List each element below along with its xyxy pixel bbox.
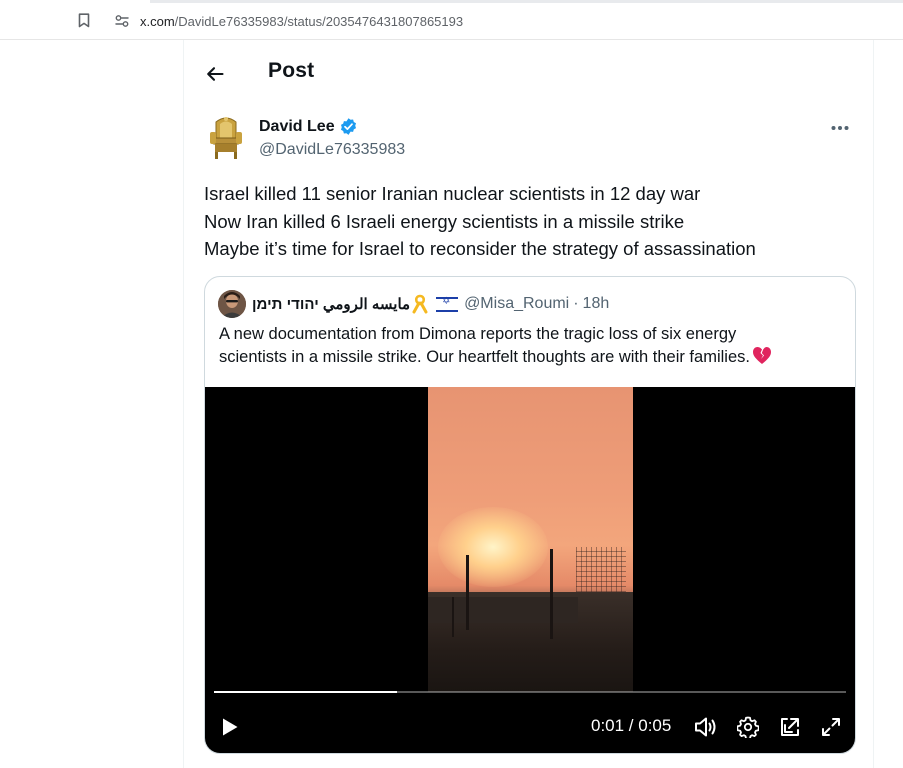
post-column: Post David Lee @DavidLe76335983 Israel k… <box>183 40 874 768</box>
video-player[interactable]: 0:01 / 0:05 <box>205 387 855 753</box>
quote-header: مايسه الرومي יהודי תימן @Misa_Roumi · 18… <box>218 290 610 318</box>
quote-avatar[interactable] <box>218 290 246 318</box>
author-name[interactable]: David Lee <box>259 117 358 136</box>
tab-strip-edge <box>150 0 903 3</box>
more-icon <box>831 126 849 130</box>
play-icon <box>223 718 238 736</box>
url-host: x.com <box>140 13 175 29</box>
more-button[interactable] <box>825 116 855 140</box>
picture-in-picture-icon <box>781 718 799 736</box>
quote-text-line-content: scientists in a missile strike. Our hear… <box>219 348 750 366</box>
volume-icon <box>695 717 716 737</box>
post-text: Israel killed 11 senior Iranian nuclear … <box>204 180 854 263</box>
back-arrow-icon <box>207 67 224 81</box>
author-handle[interactable]: @DavidLe76335983 <box>259 141 405 159</box>
site-info-icon[interactable] <box>113 12 131 30</box>
browser-toolbar: x.com/DavidLe76335983/status/20354764318… <box>0 0 903 40</box>
volume-button[interactable] <box>693 715 719 739</box>
post-header: Post <box>184 40 873 104</box>
url-path: /DavidLe76335983/status/2035476431807865… <box>174 13 464 29</box>
israel-flag-icon <box>436 296 459 312</box>
broken-heart-icon <box>752 347 771 364</box>
author-name-text: David Lee <box>259 117 335 135</box>
fullscreen-icon <box>822 718 840 736</box>
post-text-line: Now Iran killed 6 Israeli energy scienti… <box>204 210 685 232</box>
quote-text: A new documentation from Dimona reports … <box>219 323 849 369</box>
quote-timestamp[interactable]: 18h <box>583 295 610 313</box>
avatar[interactable] <box>204 116 248 160</box>
yellow-ribbon-icon <box>412 294 428 314</box>
video-frame <box>428 387 633 692</box>
bookmark-icon[interactable] <box>74 10 94 30</box>
post-text-line: Israel killed 11 senior Iranian nuclear … <box>204 183 701 204</box>
quote-text-line: scientists in a missile strike. Our hear… <box>219 346 849 369</box>
url-text: x.com/DavidLe76335983/status/20354764318… <box>140 14 463 29</box>
post-text-line: Maybe it’s time for Israel to reconsider… <box>204 238 756 259</box>
quote-author-name[interactable]: مايسه الرومي יהודי תימן <box>252 295 410 313</box>
video-time: 0:01 / 0:05 <box>591 716 672 735</box>
gear-icon <box>737 716 759 738</box>
play-button[interactable] <box>219 715 241 739</box>
quote-separator: · <box>573 295 579 312</box>
address-bar[interactable]: x.com/DavidLe76335983/status/20354764318… <box>104 6 903 36</box>
video-progress-bar[interactable] <box>214 691 846 693</box>
back-button[interactable] <box>198 57 232 91</box>
throne-icon <box>210 117 242 159</box>
quoted-post[interactable]: مايسه الرومي יהודי תימן @Misa_Roumi · 18… <box>204 276 856 754</box>
quote-author-handle[interactable]: @Misa_Roumi <box>464 295 569 313</box>
quote-text-line: A new documentation from Dimona reports … <box>219 325 737 343</box>
fullscreen-button[interactable] <box>818 715 844 739</box>
video-progress-fill <box>214 691 398 693</box>
settings-button[interactable] <box>735 715 761 739</box>
picture-in-picture-button[interactable] <box>777 715 803 739</box>
post-author: David Lee @DavidLe76335983 <box>204 116 859 166</box>
page-title: Post <box>268 59 315 82</box>
verified-badge-icon <box>340 118 356 135</box>
